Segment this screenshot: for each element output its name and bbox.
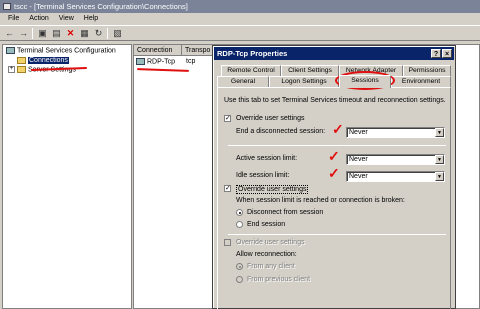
up-icon[interactable]: ▣	[37, 28, 48, 39]
tab-logon-settings[interactable]: Logon Settings	[269, 76, 339, 87]
back-icon[interactable]: ←	[4, 28, 15, 39]
menu-file[interactable]: File	[8, 13, 19, 25]
end-disconnected-select[interactable]: Never ▼	[346, 127, 445, 138]
expand-icon[interactable]: +	[8, 66, 15, 73]
column-header-connection[interactable]: Connection	[134, 45, 182, 56]
delete-icon[interactable]: ✕	[65, 28, 76, 39]
divider	[228, 145, 446, 146]
active-limit-value: Never	[349, 156, 368, 163]
idle-limit-value: Never	[349, 173, 368, 180]
tree-item-label: Connections	[28, 57, 69, 65]
end-disconnected-label: End a disconnected session:	[236, 128, 326, 135]
override-label-1: Override user settings	[236, 115, 305, 122]
toolbar-separator	[32, 28, 33, 39]
tree-root-label: Terminal Services Configuration	[17, 47, 116, 55]
tab-sessions[interactable]: Sessions	[339, 75, 391, 88]
dialog-title-bar[interactable]: RDP-Tcp Properties ? ×	[214, 47, 454, 60]
radio-disconnect[interactable]	[236, 209, 243, 216]
connection-transport: tcp	[186, 58, 196, 65]
idle-limit-label: Idle session limit:	[236, 172, 290, 179]
override-label-2: Override user settings	[236, 185, 309, 194]
sessions-description: Use this tab to set Terminal Services ti…	[224, 97, 446, 104]
properties-dialog: RDP-Tcp Properties ? × Remote Control Cl…	[212, 45, 456, 309]
override-checkbox-1[interactable]: ✓	[224, 115, 231, 122]
tree-item-connections[interactable]: Connections	[17, 57, 69, 65]
tree-root[interactable]: Terminal Services Configuration	[6, 47, 116, 54]
forward-icon[interactable]: →	[18, 28, 29, 39]
tab-permissions[interactable]: Permissions	[403, 65, 451, 76]
end-disconnected-value: Never	[349, 129, 368, 136]
override-checkbox-3[interactable]	[224, 239, 231, 246]
export-icon[interactable]: ▦	[79, 28, 90, 39]
window-title-bar[interactable]: tscc - [Terminal Services Configuration\…	[0, 0, 480, 13]
annotation-check: ✓	[332, 121, 344, 137]
menu-help[interactable]: Help	[84, 13, 98, 25]
active-limit-select[interactable]: Never ▼	[346, 154, 445, 165]
list-row[interactable]: RDP-Tcp tcp	[136, 58, 195, 66]
broken-connection-text: When session limit is reached or connect…	[236, 197, 405, 204]
folder-icon	[17, 57, 26, 64]
app-icon	[3, 3, 11, 10]
tab-environment[interactable]: Environment	[391, 76, 451, 87]
radio-end-session-label: End session	[247, 221, 286, 228]
divider	[228, 234, 446, 235]
override-label-3: Override user settings	[236, 239, 305, 246]
tree-pane[interactable]: Terminal Services Configuration Connecti…	[2, 44, 132, 309]
override-checkbox-2[interactable]: ✓	[224, 185, 231, 192]
chevron-down-icon[interactable]: ▼	[435, 155, 444, 164]
toolbar-separator	[107, 28, 108, 39]
dialog-title: RDP-Tcp Properties	[217, 49, 288, 58]
help-icon[interactable]: ?	[431, 49, 441, 58]
connection-name: RDP-Tcp	[147, 58, 176, 66]
radio-previous-client-label: From previous client	[247, 276, 311, 283]
radio-end-session[interactable]	[236, 221, 243, 228]
tab-general[interactable]: General	[217, 76, 269, 87]
connection-icon	[136, 58, 145, 65]
tab-client-settings[interactable]: Client Settings	[281, 65, 339, 76]
active-limit-label: Active session limit:	[236, 155, 298, 162]
allow-reconnect-label: Allow reconnection:	[236, 251, 297, 258]
close-icon[interactable]: ×	[442, 49, 452, 58]
sessions-tab-panel: Use this tab to set Terminal Services ti…	[217, 87, 451, 309]
menu-action[interactable]: Action	[29, 13, 48, 25]
idle-limit-select[interactable]: Never ▼	[346, 171, 445, 182]
radio-any-client-label: From any client	[247, 263, 295, 270]
window-title: tscc - [Terminal Services Configuration\…	[14, 2, 188, 11]
help-icon[interactable]: ▧	[112, 28, 123, 39]
radio-previous-client[interactable]	[236, 276, 243, 283]
radio-disconnect-label: Disconnect from session	[247, 209, 324, 216]
menu-view[interactable]: View	[59, 13, 74, 25]
folder-icon	[17, 66, 26, 73]
chevron-down-icon[interactable]: ▼	[435, 128, 444, 137]
refresh-icon[interactable]: ↻	[93, 28, 104, 39]
radio-any-client[interactable]	[236, 263, 243, 270]
computer-icon	[6, 47, 15, 54]
tab-remote-control[interactable]: Remote Control	[221, 65, 281, 76]
chevron-down-icon[interactable]: ▼	[435, 172, 444, 181]
menu-bar: File Action View Help	[0, 13, 480, 25]
properties-icon[interactable]: ▤	[51, 28, 62, 39]
annotation-check: ✓	[328, 165, 340, 181]
toolbar: ← → ▣ ▤ ✕ ▦ ↻ ▧	[0, 25, 480, 41]
annotation-check: ✓	[328, 148, 340, 164]
